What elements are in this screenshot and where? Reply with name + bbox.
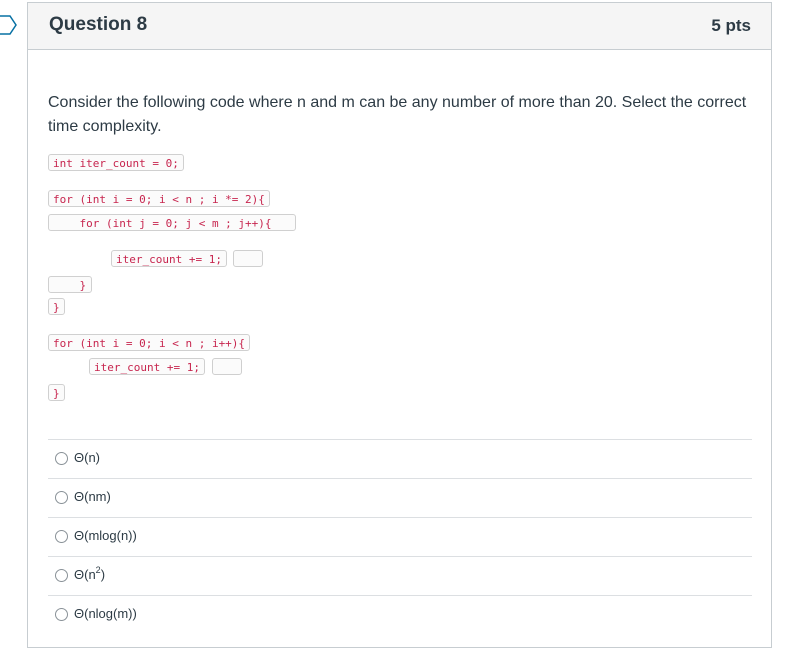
answer-label: Θ(nlog(m)) (74, 606, 137, 621)
question-header: Question 8 5 pts (28, 3, 771, 50)
radio-button[interactable] (55, 491, 68, 504)
answer-option[interactable]: Θ(nlog(m)) (48, 595, 752, 634)
code-line: } (48, 276, 92, 293)
question-prompt: Consider the following code where n and … (48, 94, 747, 135)
radio-button[interactable] (55, 608, 68, 621)
radio-button[interactable] (55, 452, 68, 465)
code-line: for (int j = 0; j < m ; j++){ (48, 214, 296, 231)
code-line: iter_count += 1; (89, 358, 205, 375)
code-line: for (int i = 0; i < n ; i++){ (48, 334, 251, 351)
code-line: for (int i = 0; i < n ; i *= 2){ (48, 190, 270, 207)
code-line: } (48, 298, 65, 315)
code-blank (233, 250, 263, 267)
question-points: 5 pts (711, 16, 751, 35)
code-line: iter_count += 1; (111, 250, 227, 267)
answer-label: Θ(nm) (74, 489, 111, 504)
answer-label: Θ(mlog(n)) (74, 528, 137, 543)
answer-option[interactable]: Θ(n) (48, 439, 752, 478)
question-title: Question 8 (49, 14, 148, 35)
answer-label: Θ(n2) (74, 565, 106, 583)
answer-option[interactable]: Θ(n2) (48, 556, 752, 595)
question-card: Question 8 5 pts Consider the following … (27, 2, 772, 648)
answer-option[interactable]: Θ(nm) (48, 478, 752, 517)
answer-option[interactable]: Θ(mlog(n)) (48, 517, 752, 556)
answer-label: Θ(n) (74, 450, 100, 465)
radio-button[interactable] (55, 569, 68, 582)
code-line: int iter_count = 0; (48, 154, 184, 171)
bookmark-flag-icon[interactable] (0, 15, 18, 35)
code-line: } (48, 384, 65, 401)
answer-list: Θ(n) Θ(nm) Θ(mlog(n)) Θ(n2) Θ(nlog(m)) (48, 439, 752, 634)
radio-button[interactable] (55, 530, 68, 543)
code-blank (212, 358, 242, 375)
